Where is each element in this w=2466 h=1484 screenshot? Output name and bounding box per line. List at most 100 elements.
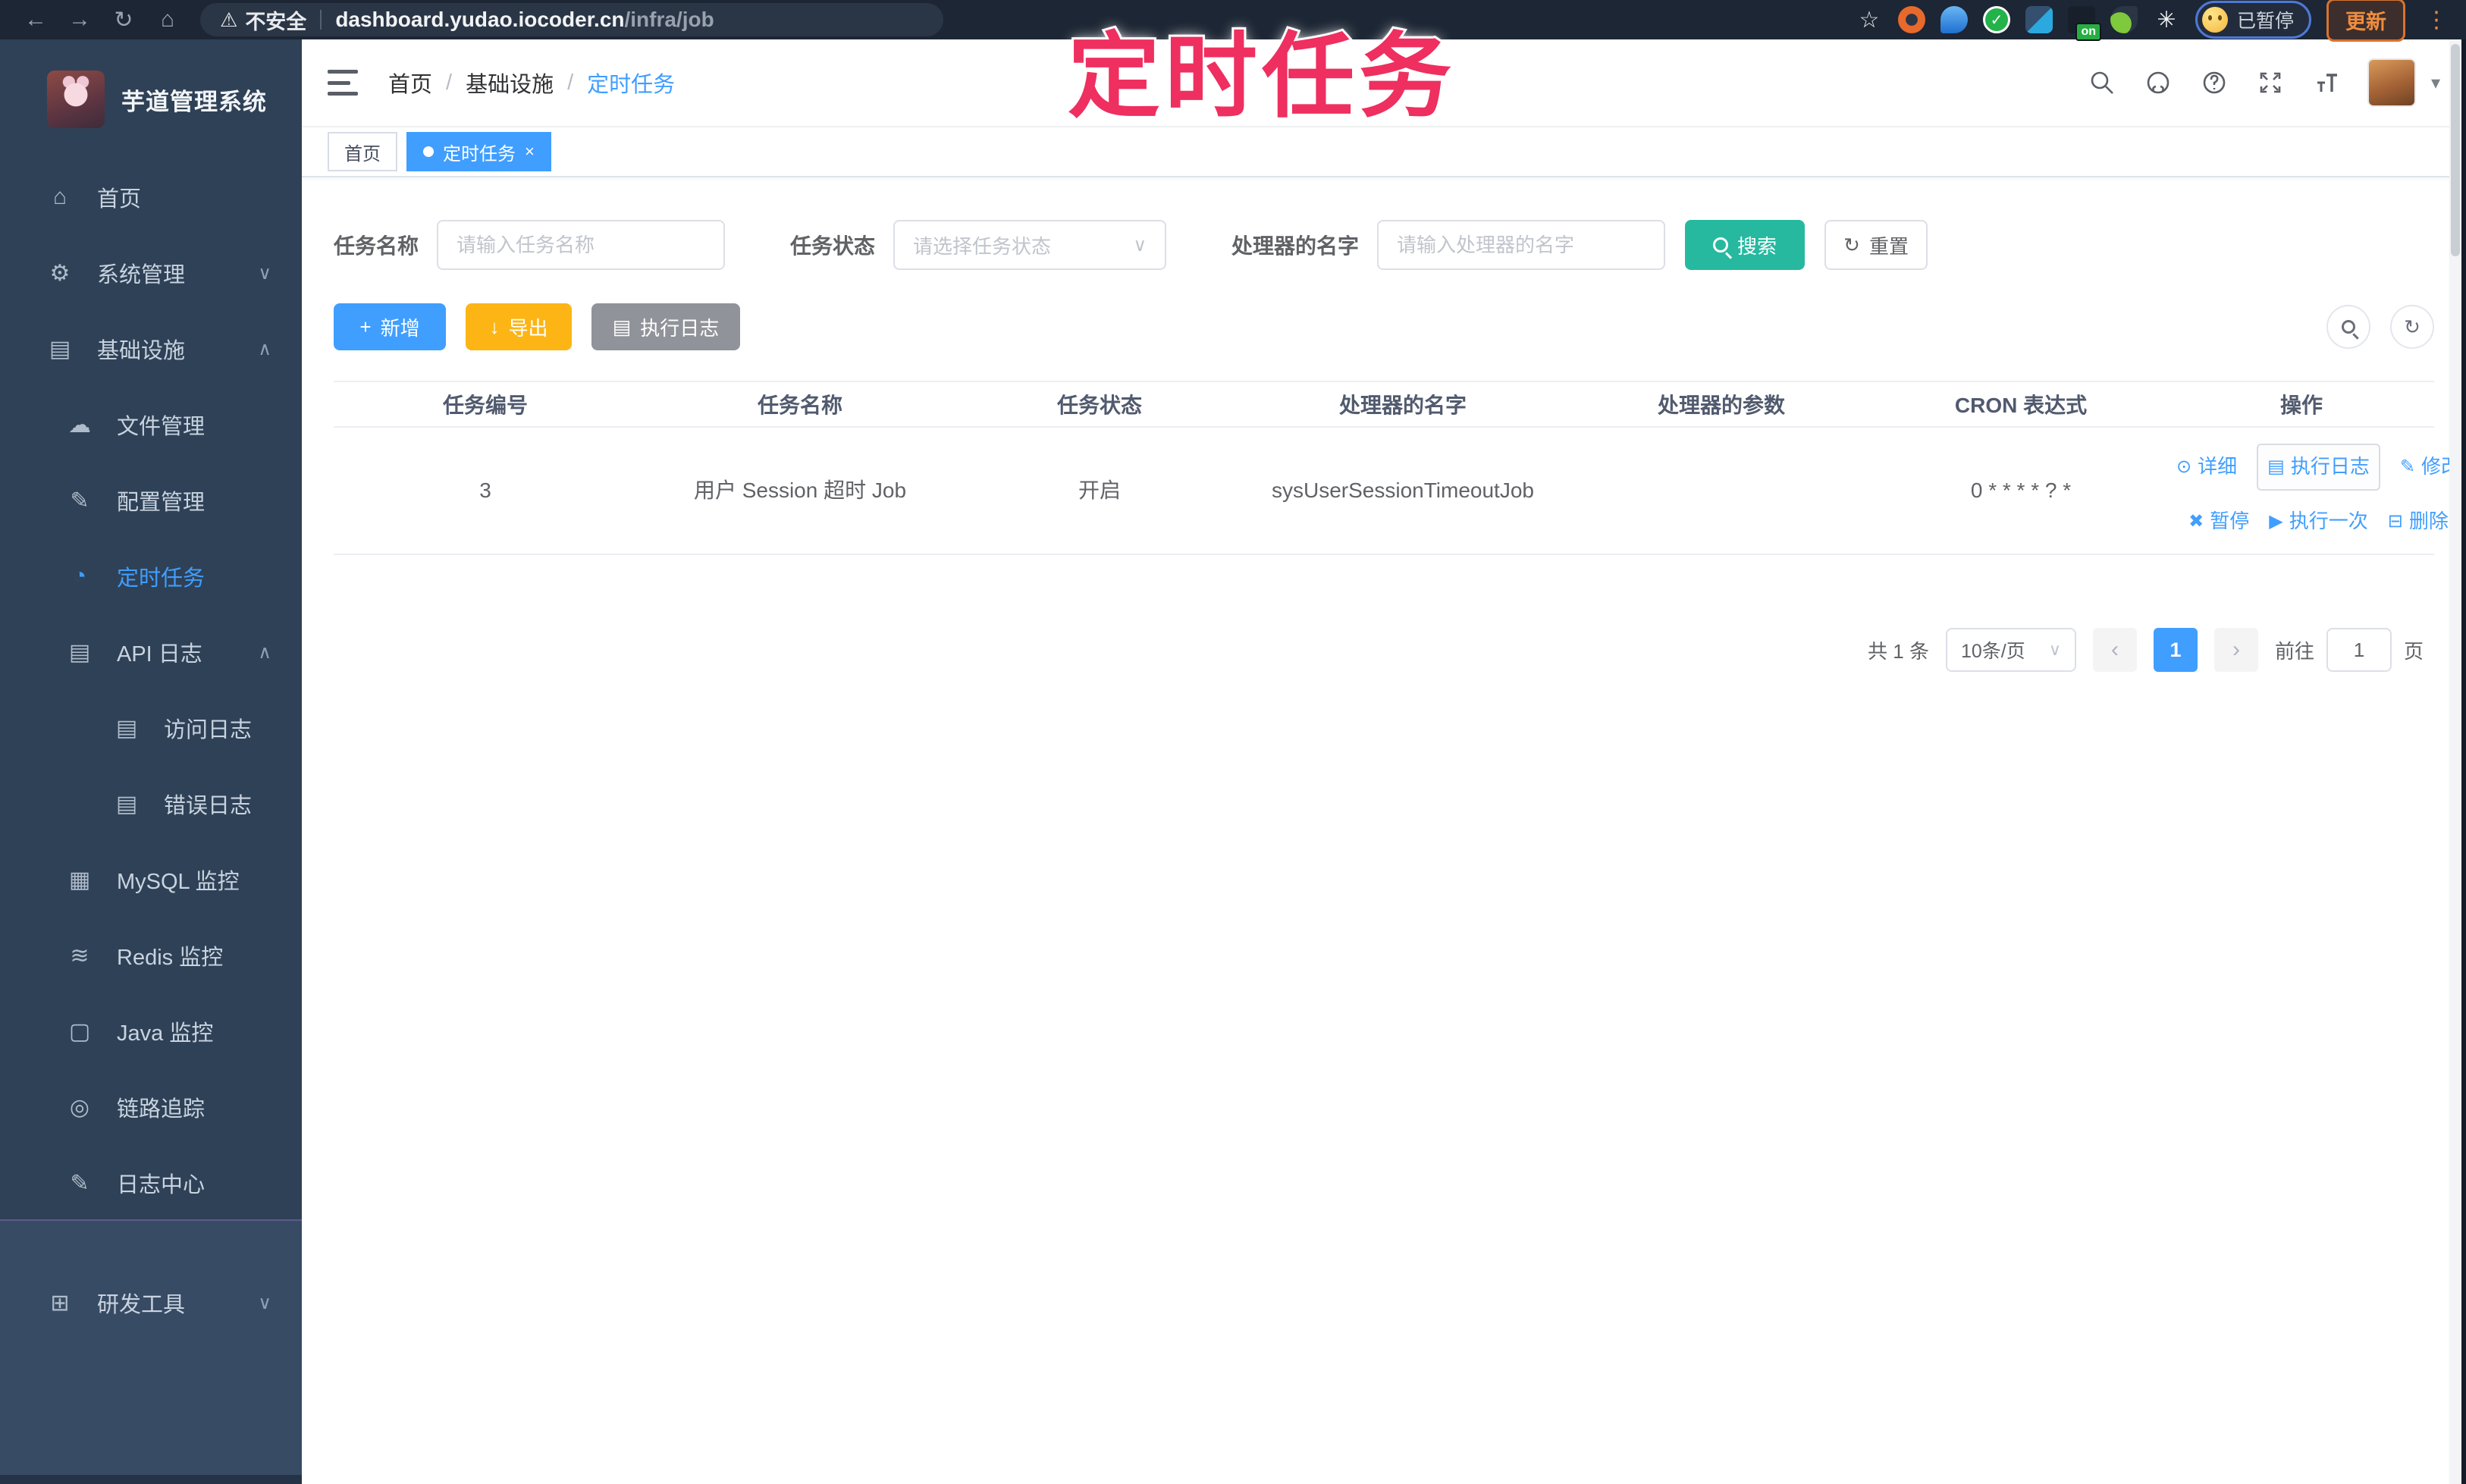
sidebar-item-label: 错误日志 — [164, 794, 253, 818]
sidebar-bottom-section: ⊞ 研发工具 ∨ — [0, 1219, 302, 1484]
prev-page-button[interactable]: ‹ — [2092, 628, 2137, 672]
pause-link-label: 暂停 — [2210, 510, 2250, 532]
sidebar-item-config-management[interactable]: ✎ 配置管理 — [0, 463, 302, 538]
sidebar-item-redis-monitor[interactable]: ≋ Redis 监控 — [0, 918, 302, 993]
browser-menu-icon[interactable]: ⋮ — [2421, 7, 2452, 33]
search-icon[interactable] — [2087, 67, 2117, 98]
next-page-button[interactable]: › — [2213, 628, 2258, 672]
sidebar-item-access-logs[interactable]: ▤ 访问日志 — [0, 690, 302, 766]
collapse-sidebar-icon[interactable] — [328, 70, 358, 96]
exec-log-button[interactable]: ▤ 执行日志 — [591, 303, 740, 350]
chevron-down-icon: ∨ — [258, 262, 271, 284]
extension-orange-icon[interactable] — [1897, 6, 1925, 33]
toolbox-icon: ⊞ — [50, 1290, 70, 1316]
export-button[interactable]: ↓ 导出 — [466, 303, 572, 350]
delete-link[interactable]: ⊟ 删除 — [2388, 506, 2449, 538]
browser-home-button[interactable]: ⌂ — [146, 3, 190, 36]
scrollbar-thumb[interactable] — [2451, 44, 2460, 256]
search-button[interactable]: 搜索 — [1685, 220, 1806, 270]
add-button[interactable]: + 新增 — [334, 303, 446, 350]
task-name-input[interactable] — [437, 220, 726, 270]
tab-label: 首页 — [344, 143, 381, 165]
chevron-down-icon: ∨ — [1133, 234, 1147, 256]
col-header-job-status: 任务状态 — [1056, 394, 1142, 417]
refresh-button[interactable]: ↻ — [2390, 305, 2434, 349]
browser-reload-button[interactable]: ↻ — [102, 3, 146, 36]
sidebar-item-trace[interactable]: ◎ 链路追踪 — [0, 1069, 302, 1145]
sidebar-item-label: 研发工具 — [97, 1293, 186, 1317]
extension-burst-icon[interactable]: ✳ — [2153, 6, 2180, 33]
sidebar-item-error-logs[interactable]: ▤ 错误日志 — [0, 766, 302, 842]
eye-icon: ⊙ — [2176, 456, 2192, 477]
sidebar-item-label: 文件管理 — [117, 415, 206, 439]
total-count-label: 共 1 条 — [1868, 639, 1929, 663]
goto-page-input[interactable] — [2326, 628, 2392, 672]
sidebar-item-label: 配置管理 — [117, 491, 206, 515]
extension-puzzle-icon[interactable] — [2025, 6, 2053, 33]
delete-link-label: 删除 — [2408, 510, 2449, 532]
run-once-link[interactable]: ▶ 执行一次 — [2269, 506, 2367, 538]
sidebar-item-label: 系统管理 — [97, 263, 186, 287]
tab-home[interactable]: 首页 — [328, 132, 397, 171]
sidebar-item-api-logs[interactable]: ▤ API 日志 ∧ — [0, 614, 302, 690]
font-size-icon[interactable] — [2311, 67, 2342, 98]
extension-leaf-icon[interactable] — [2110, 6, 2138, 33]
user-avatar[interactable] — [2367, 58, 2416, 107]
extension-on-badge: on — [2075, 23, 2101, 41]
breadcrumb-separator: / — [446, 70, 453, 95]
task-status-select[interactable]: 请选择任务状态 ∨ — [893, 220, 1167, 270]
row-exec-log-link[interactable]: ▤ 执行日志 — [2257, 444, 2380, 491]
cloud-upload-icon: ☁ — [68, 412, 91, 438]
page-scrollbar[interactable] — [2449, 39, 2461, 1484]
user-menu-caret-icon[interactable]: ▾ — [2431, 72, 2440, 94]
sidebar-item-java-monitor[interactable]: ▢ Java 监控 — [0, 993, 302, 1069]
chevron-up-icon: ∧ — [258, 338, 271, 359]
page-size-select[interactable]: 10条/页 ∨ — [1945, 628, 2076, 672]
sidebar-item-file-management[interactable]: ☁ 文件管理 — [0, 387, 302, 463]
extension-drop-icon[interactable] — [1940, 6, 1968, 33]
sidebar-logo[interactable]: 芋道管理系统 — [0, 39, 302, 159]
sidebar-item-system-management[interactable]: ⚙ 系统管理 ∨ — [0, 235, 302, 311]
sidebar-item-mysql-monitor[interactable]: ▦ MySQL 监控 — [0, 842, 302, 918]
fullscreen-icon[interactable] — [2255, 67, 2286, 98]
jobs-table: 任务编号 任务名称 任务状态 处理器的名字 处理器的参数 CRON 表达式 操作… — [334, 381, 2461, 555]
search-icon — [2342, 320, 2355, 334]
browser-back-button[interactable]: ← — [14, 3, 58, 36]
browser-forward-button[interactable]: → — [58, 3, 102, 36]
breadcrumb-home[interactable]: 首页 — [388, 67, 432, 99]
bookmark-star-icon[interactable]: ☆ — [1856, 6, 1883, 33]
paused-label: 已暂停 — [2236, 11, 2294, 32]
sidebar: 芋道管理系统 ⌂ 首页 ⚙ 系统管理 ∨ ▤ 基础设施 ∧ ☁ 文件管理 ✎ 配… — [0, 39, 302, 1484]
pause-icon: ✖ — [2188, 510, 2204, 532]
pause-link[interactable]: ✖ 暂停 — [2188, 506, 2249, 538]
toggle-search-button[interactable] — [2326, 305, 2370, 349]
reset-button[interactable]: ↻ 重置 — [1824, 220, 1928, 270]
page-content: 任务名称 任务状态 请选择任务状态 ∨ 处理器的名字 搜索 ↻ 重置 + — [302, 177, 2466, 672]
extension-paused-badge[interactable]: 已暂停 — [2195, 1, 2311, 39]
sidebar-item-scheduled-tasks[interactable]: ◔ 定时任务 — [0, 538, 302, 614]
current-page-button[interactable]: 1 — [2153, 628, 2198, 672]
table-row: 3 用户 Session 超时 Job 开启 sysUserSessionTim… — [334, 428, 2461, 555]
browser-update-button[interactable]: 更新 — [2326, 0, 2405, 42]
sidebar-item-log-center[interactable]: ✎ 日志中心 — [0, 1145, 302, 1221]
breadcrumb-infrastructure[interactable]: 基础设施 — [466, 67, 554, 99]
pagination: 共 1 条 10条/页 ∨ ‹ 1 › 前往 页 — [334, 628, 2434, 672]
handler-name-input[interactable] — [1377, 220, 1666, 270]
extension-switch-icon[interactable]: on — [2067, 6, 2101, 41]
active-tab-dot — [423, 146, 434, 157]
detail-link[interactable]: ⊙ 详细 — [2176, 451, 2237, 483]
tab-scheduled-tasks[interactable]: 定时任务 × — [406, 132, 551, 171]
sidebar-item-infrastructure[interactable]: ▤ 基础设施 ∧ — [0, 311, 302, 387]
help-icon[interactable] — [2199, 67, 2229, 98]
sidebar-item-label: Java 监控 — [117, 1021, 214, 1046]
window-right-edge — [2461, 0, 2466, 1484]
close-tab-icon[interactable]: × — [525, 142, 535, 162]
cell-handler-name: sysUserSessionTimeoutJob — [1272, 478, 1534, 502]
extension-check-icon[interactable]: ✓ — [1982, 6, 2010, 33]
sidebar-item-home[interactable]: ⌂ 首页 — [0, 159, 302, 235]
github-icon[interactable] — [2143, 67, 2173, 98]
cell-job-id: 3 — [479, 478, 491, 502]
address-bar[interactable]: ⚠ 不安全 dashboard.yudao.iocoder.cn /infra/… — [200, 3, 943, 36]
sidebar-item-dev-tools[interactable]: ⊞ 研发工具 ∨ — [0, 1265, 302, 1341]
annotation-overlay-title: 定时任务 — [1065, 23, 1456, 130]
